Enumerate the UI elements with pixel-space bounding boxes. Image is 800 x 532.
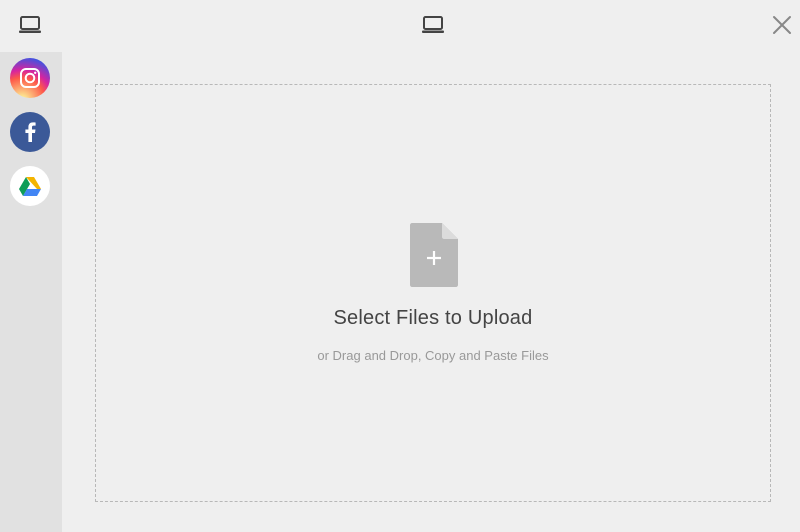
google-drive-source-button[interactable] bbox=[10, 166, 50, 206]
instagram-source-button[interactable] bbox=[10, 58, 50, 98]
file-add-icon bbox=[410, 223, 458, 287]
facebook-source-button[interactable] bbox=[10, 112, 50, 152]
file-picker-dialog: Select Files to Upload or Drag and Drop,… bbox=[0, 0, 800, 532]
google-drive-icon bbox=[19, 177, 41, 196]
dropzone-title: Select Files to Upload bbox=[333, 307, 533, 329]
dropzone-subtitle: or Drag and Drop, Copy and Paste Files bbox=[317, 348, 549, 363]
close-button[interactable] bbox=[771, 14, 793, 36]
upload-dropzone[interactable]: Select Files to Upload or Drag and Drop,… bbox=[95, 84, 771, 502]
source-sidebar bbox=[0, 52, 62, 532]
laptop-icon bbox=[421, 13, 445, 37]
facebook-icon bbox=[25, 122, 36, 142]
top-bar bbox=[0, 0, 800, 52]
instagram-icon bbox=[20, 68, 40, 88]
close-icon bbox=[773, 16, 791, 34]
laptop-icon[interactable] bbox=[18, 13, 42, 37]
